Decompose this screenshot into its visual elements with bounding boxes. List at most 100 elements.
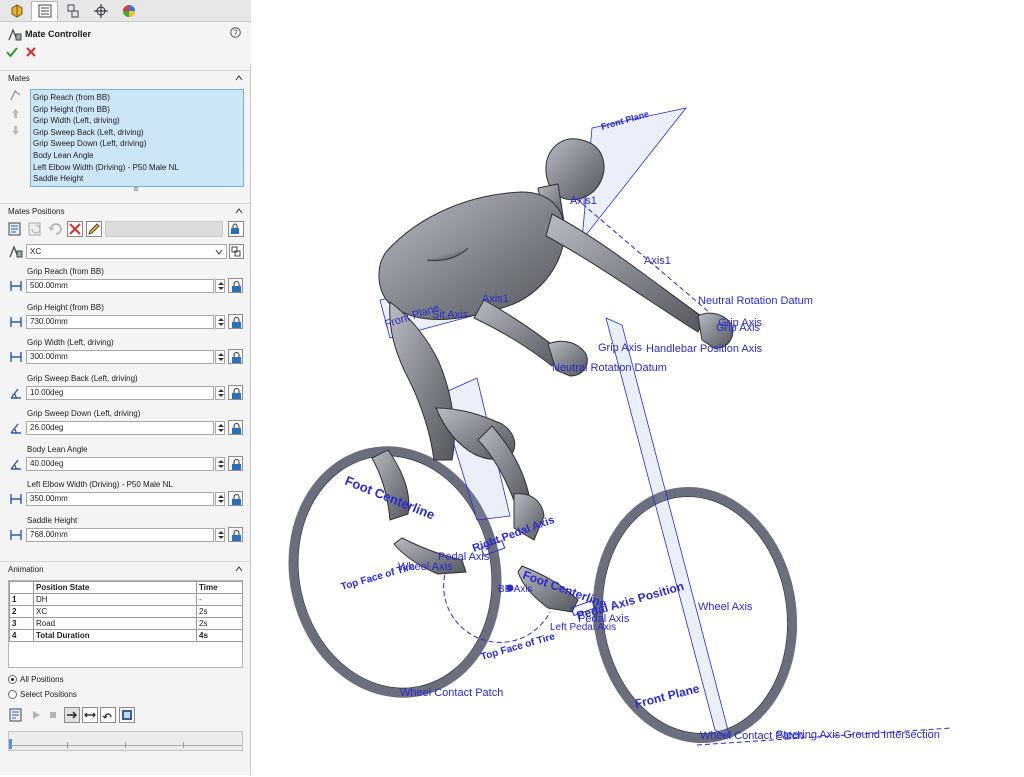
position-value-input[interactable]: 500.00mm xyxy=(26,279,214,293)
chevron-down-icon xyxy=(215,249,223,255)
stop-button[interactable] xyxy=(45,707,61,723)
lock-all-icon[interactable] xyxy=(228,221,244,237)
mate-item[interactable]: Grip Sweep Back (Left, driving) xyxy=(33,127,243,139)
dimxpert-tab[interactable] xyxy=(87,1,114,21)
mate-item[interactable]: Saddle Height xyxy=(33,173,243,185)
value-spinner[interactable] xyxy=(215,492,225,506)
property-manager-icon xyxy=(38,4,51,18)
graphics-viewport[interactable]: Front Plane Axis1 Axis1 Axis1 Neutral Ro… xyxy=(252,0,1024,775)
table-row[interactable]: 3 Road 2s xyxy=(9,617,243,630)
position-select[interactable]: XC xyxy=(26,244,227,259)
property-manager-tab[interactable] xyxy=(31,1,58,21)
position-name-input[interactable] xyxy=(105,221,223,237)
mate-item[interactable]: Grip Width (Left, driving) xyxy=(33,115,243,127)
mates-section-header[interactable]: Mates xyxy=(0,70,251,86)
add-position-icon[interactable] xyxy=(8,221,24,237)
lock-icon[interactable] xyxy=(228,420,243,435)
position-options-icon[interactable] xyxy=(229,244,244,259)
configuration-manager-tab[interactable] xyxy=(59,1,86,21)
select-positions-radio[interactable] xyxy=(8,690,17,699)
save-animation-button[interactable] xyxy=(119,707,135,723)
table-row[interactable]: 2 XC 2s xyxy=(9,605,243,618)
value-spinner[interactable] xyxy=(215,314,225,329)
delete-position-icon[interactable] xyxy=(67,221,83,237)
position-field-label: Grip Width (Left, driving) xyxy=(27,338,114,347)
reciprocate-button[interactable] xyxy=(82,707,98,723)
distance-dimension-icon xyxy=(10,529,22,540)
display-manager-tab[interactable] xyxy=(115,1,142,21)
lock-icon[interactable] xyxy=(228,526,243,542)
play-button[interactable] xyxy=(28,707,44,723)
mate-item[interactable]: Grip Reach (from BB) xyxy=(33,92,243,104)
double-arrow-icon xyxy=(84,712,96,718)
distance-dimension-icon xyxy=(10,281,22,291)
label-axis1-a: Axis1 xyxy=(570,195,597,207)
mate-item[interactable]: Left Elbow Width (Driving) - P50 Male NL xyxy=(33,162,243,174)
row-index: 3 xyxy=(9,617,34,630)
ok-check-button[interactable] xyxy=(6,46,18,58)
mate-list-icon xyxy=(10,89,21,101)
label-top-face-front: Top Face of Tire xyxy=(480,631,557,663)
position-value-input[interactable]: 768.00mm xyxy=(26,527,214,542)
position-field-label: Body Lean Angle xyxy=(27,444,88,454)
position-value-input[interactable]: 40.00deg xyxy=(26,456,214,471)
animation-timeline[interactable] xyxy=(8,731,243,751)
animation-table: Position State Time 1 DH - 2 XC 2s 3 Roa… xyxy=(8,580,243,668)
timeline-slider[interactable] xyxy=(9,739,12,749)
position-state-cell[interactable]: DH xyxy=(33,593,197,606)
lock-icon[interactable] xyxy=(228,278,243,293)
value-spinner[interactable] xyxy=(215,421,225,435)
time-cell[interactable]: 2s xyxy=(196,605,243,618)
lock-icon[interactable] xyxy=(228,384,243,400)
position-state-cell[interactable]: XC xyxy=(33,605,197,618)
question-circle-icon[interactable]: ? xyxy=(230,27,241,38)
resize-grip[interactable] xyxy=(134,187,138,191)
mate-item[interactable]: Body Lean Angle xyxy=(33,150,243,162)
lock-icon[interactable] xyxy=(228,313,243,329)
loop-button[interactable] xyxy=(100,707,116,723)
lock-icon[interactable] xyxy=(228,349,243,364)
calculate-animation-button[interactable] xyxy=(8,707,24,723)
position-value-input[interactable]: 10.00deg xyxy=(26,385,214,400)
lock-icon[interactable] xyxy=(228,455,243,471)
dimxpert-icon xyxy=(93,4,108,18)
normal-playback-button[interactable] xyxy=(64,707,80,723)
feature-manager-tab[interactable] xyxy=(3,1,30,21)
position-value-input[interactable]: 730.00mm xyxy=(26,314,214,329)
value-spinner[interactable] xyxy=(215,350,225,364)
move-up-arrow-icon[interactable] xyxy=(11,108,20,119)
label-top-face-rear: Top Face of Tire xyxy=(340,561,417,593)
mates-list[interactable]: Grip Reach (from BB) Grip Height (from B… xyxy=(30,89,244,187)
time-cell[interactable]: 2s xyxy=(196,617,243,630)
table-row[interactable]: 1 DH - xyxy=(9,593,243,606)
calculate-icon xyxy=(9,708,22,722)
position-field-label: Grip Height (from BB) xyxy=(27,302,104,312)
move-down-arrow-icon[interactable] xyxy=(11,125,20,136)
value-spinner[interactable] xyxy=(215,456,225,471)
mate-item[interactable]: Grip Sweep Down (Left, driving) xyxy=(33,138,243,150)
value-spinner[interactable] xyxy=(215,385,225,400)
edit-position-icon[interactable] xyxy=(86,221,102,237)
viewport-canvas: Front Plane Axis1 Axis1 Axis1 Neutral Ro… xyxy=(288,107,953,746)
cancel-x-button[interactable] xyxy=(26,47,36,57)
value-spinner[interactable] xyxy=(215,279,225,293)
lock-icon[interactable] xyxy=(228,491,243,506)
value-spinner[interactable] xyxy=(215,527,225,542)
position-value-input[interactable]: 26.00deg xyxy=(26,421,214,435)
timeline-tick xyxy=(183,742,184,748)
select-positions-label: Select Positions xyxy=(20,690,77,699)
animation-section-header[interactable]: Animation xyxy=(0,561,251,577)
film-icon xyxy=(122,710,132,720)
position-state-cell[interactable]: Road xyxy=(33,617,197,630)
time-cell[interactable]: - xyxy=(196,593,243,606)
loop-icon xyxy=(102,713,112,719)
undo-icon[interactable] xyxy=(48,221,64,237)
all-positions-radio[interactable] xyxy=(8,675,17,684)
position-value-input[interactable]: 350.00mm xyxy=(26,492,214,506)
column-header: Time xyxy=(196,581,243,594)
mate-item[interactable]: Grip Height (from BB) xyxy=(33,104,243,116)
update-position-icon[interactable] xyxy=(28,221,44,237)
mate-controller-icon xyxy=(8,28,22,41)
position-value-input[interactable]: 300.00mm xyxy=(26,350,214,364)
positions-section-header[interactable]: Mates Positions xyxy=(0,203,251,219)
